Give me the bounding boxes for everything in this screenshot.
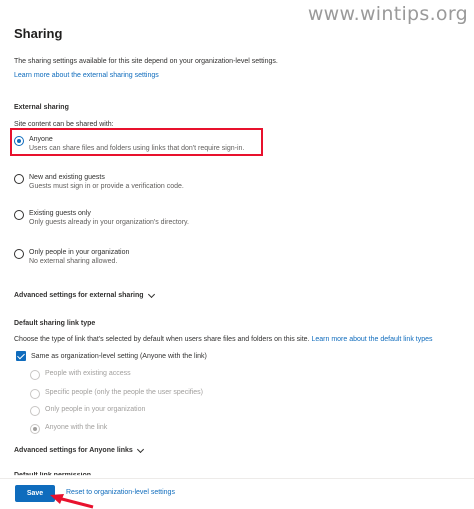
default-link-description-text: Choose the type of link that's selected … (14, 336, 310, 343)
footer-divider (0, 478, 474, 479)
same-as-org-checkbox-row[interactable]: Same as organization-level setting (Anyo… (16, 351, 207, 361)
checkbox-checked[interactable] (16, 351, 26, 361)
chevron-down-icon (136, 445, 144, 453)
radio-label: Existing guests only (29, 210, 91, 217)
advanced-anyone-links-expander[interactable]: Advanced settings for Anyone links (14, 445, 144, 454)
learn-more-default-link-types[interactable]: Learn more about the default link types (311, 336, 432, 343)
page-title: Sharing (14, 26, 63, 41)
page-description: The sharing settings available for this … (14, 58, 278, 65)
external-sharing-heading: External sharing (14, 104, 69, 111)
radio-button[interactable] (30, 424, 40, 434)
radio-label: Only people in your organization (29, 249, 130, 256)
radio-button[interactable] (30, 406, 40, 416)
default-link-heading: Default sharing link type (14, 320, 96, 327)
radio-option-anyone[interactable]: Anyone Users can share files and folders… (14, 135, 244, 153)
arrow-annotation-icon (50, 494, 94, 509)
radio-description: Only guests already in your organization… (29, 219, 189, 226)
advanced-external-sharing-expander[interactable]: Advanced settings for external sharing (14, 290, 155, 299)
radio-option-new-and-existing-guests[interactable]: New and existing guests Guests must sign… (14, 173, 184, 191)
radio-button[interactable] (14, 249, 24, 259)
radio-option-only-people-in-org[interactable]: Only people in your organization No exte… (14, 248, 129, 266)
expander-label: Advanced settings for external sharing (14, 292, 144, 299)
radio-label: Only people in your organization (45, 406, 146, 413)
radio-option-only-people-in-org-link[interactable]: Only people in your organization (30, 405, 145, 416)
chevron-down-icon (147, 290, 155, 298)
radio-label: Specific people (only the people the use… (45, 389, 203, 396)
expander-label: Advanced settings for Anyone links (14, 447, 133, 454)
checkbox-label: Same as organization-level setting (Anyo… (31, 352, 207, 360)
radio-label: Anyone (29, 136, 53, 143)
radio-label: New and existing guests (29, 174, 105, 181)
radio-description: No external sharing allowed. (29, 258, 118, 265)
radio-option-existing-guests-only[interactable]: Existing guests only Only guests already… (14, 209, 189, 227)
default-link-description: Choose the type of link that's selected … (14, 336, 433, 343)
radio-option-people-with-existing-access[interactable]: People with existing access (30, 369, 131, 380)
site-content-label: Site content can be shared with: (14, 121, 114, 128)
radio-description: Users can share files and folders using … (29, 145, 245, 152)
learn-more-external-sharing-link[interactable]: Learn more about the external sharing se… (14, 72, 159, 79)
radio-description: Guests must sign in or provide a verific… (29, 183, 184, 190)
radio-button[interactable] (14, 136, 24, 146)
watermark: www.wintips.org (307, 3, 468, 25)
radio-option-specific-people[interactable]: Specific people (only the people the use… (30, 388, 203, 399)
radio-button[interactable] (14, 174, 24, 184)
radio-button[interactable] (30, 370, 40, 380)
radio-label: Anyone with the link (45, 424, 108, 431)
radio-label: People with existing access (45, 370, 131, 377)
radio-option-anyone-with-link[interactable]: Anyone with the link (30, 423, 107, 434)
radio-button[interactable] (14, 210, 24, 220)
radio-button[interactable] (30, 389, 40, 399)
